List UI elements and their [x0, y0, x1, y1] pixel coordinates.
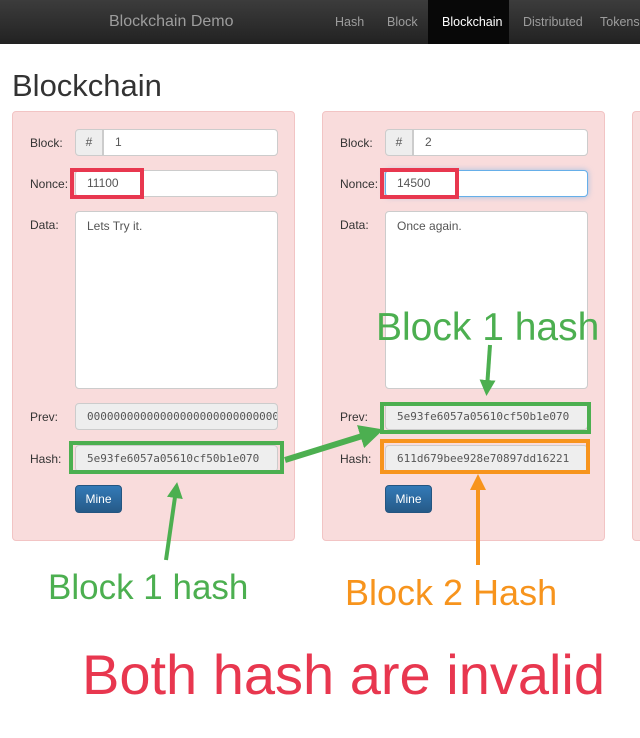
annotation-block1-hash-bottom: Block 1 hash [48, 568, 249, 607]
annotation-block1-hash-top: Block 1 hash [376, 306, 600, 349]
arrow-top-to-prev [479, 344, 496, 396]
arrow-label-to-hash1 [164, 482, 183, 561]
arrows-overlay [164, 344, 496, 565]
annotation-block2-hash: Block 2 Hash [345, 572, 558, 613]
arrow-hash-to-prev [284, 425, 384, 463]
annotation-conclusion: Both hash are invalid [82, 643, 606, 706]
